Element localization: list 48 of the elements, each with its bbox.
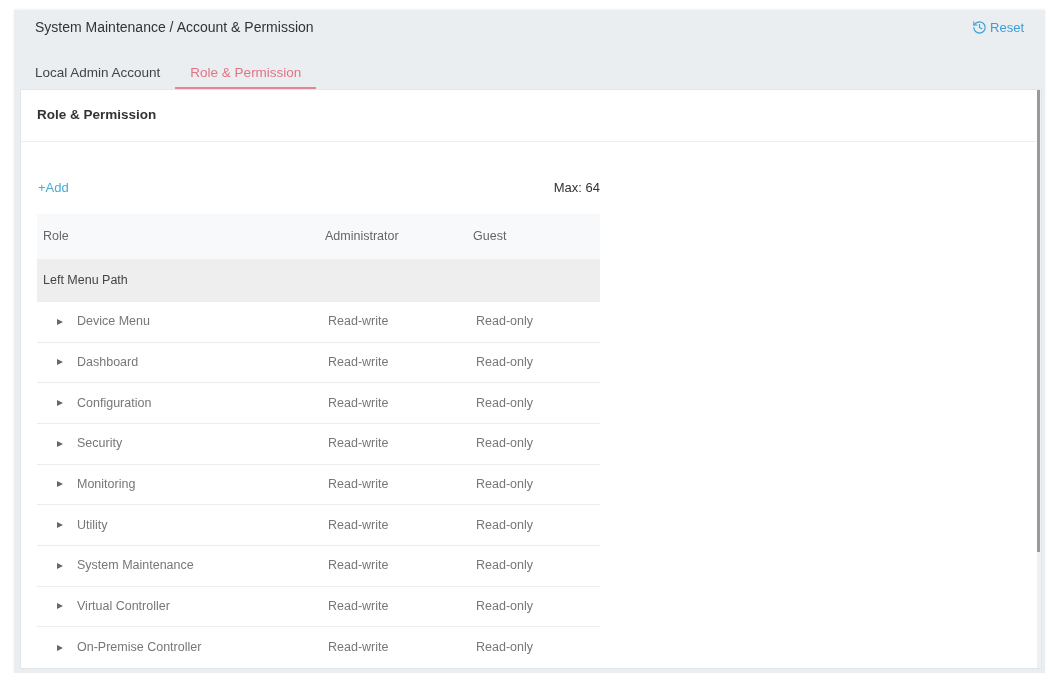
caret-right-icon[interactable] [57,522,63,529]
caret-right-icon[interactable] [57,440,63,447]
table-cell-text: Read-write [327,516,389,534]
table-cell-text: Read-only [475,476,533,494]
table-cell-text: Read-write [327,353,389,371]
caret-right-icon[interactable] [57,644,63,651]
table-cell-text: Read-write [327,557,389,575]
caret-right-icon[interactable] [57,603,63,610]
table-cell-text: Read-only [475,557,533,575]
table-cell-text: Read-only [475,313,533,331]
tab[interactable]: Local Admin Account [35,58,176,89]
role-name: Monitoring [77,476,136,494]
table-cell-text: Read-write [327,639,389,657]
panel-title: Role & Permission [37,106,157,125]
table-cell-text: Read-write [327,313,389,331]
role-name: Utility [77,516,108,534]
role-name: On-Premise Controller [77,639,202,657]
role-name: System Maintenance [77,557,194,575]
caret-right-icon[interactable] [57,359,63,366]
max-label: Max: 64 [553,179,600,198]
table-cell-text: Read-only [475,598,533,616]
column-header: Role [42,227,70,245]
table-cell-text: Read-write [327,435,389,453]
breadcrumb: System Maintenance / Account & Permission [35,18,314,38]
role-name: Device Menu [77,313,150,331]
caret-right-icon[interactable] [57,400,63,407]
group-label: Left Menu Path [42,271,128,289]
column-header: Guest [472,227,508,245]
table-cell-text: Read-only [475,353,533,371]
caret-right-icon[interactable] [57,318,63,325]
table-cell-text: Read-only [475,394,533,412]
caret-right-icon[interactable] [57,562,63,569]
table-cell-text: Read-write [327,598,389,616]
history-icon [972,20,988,36]
table-cell-text: Read-write [327,476,389,494]
table-cell-text: Read-only [475,516,533,534]
role-name: Configuration [77,394,152,412]
table-cell-text: Read-only [475,639,533,657]
table-cell-text: Read-write [327,394,389,412]
reset-button[interactable]: Reset [972,18,1024,38]
column-header: Administrator [324,227,400,245]
role-name: Virtual Controller [77,598,170,616]
role-name: Dashboard [77,353,139,371]
role-name: Security [77,435,123,453]
table-cell-text: Read-only [475,435,533,453]
scrollbar-thumb[interactable] [1037,89,1040,552]
caret-right-icon[interactable] [57,481,63,488]
add-button[interactable]: +Add [37,178,69,198]
